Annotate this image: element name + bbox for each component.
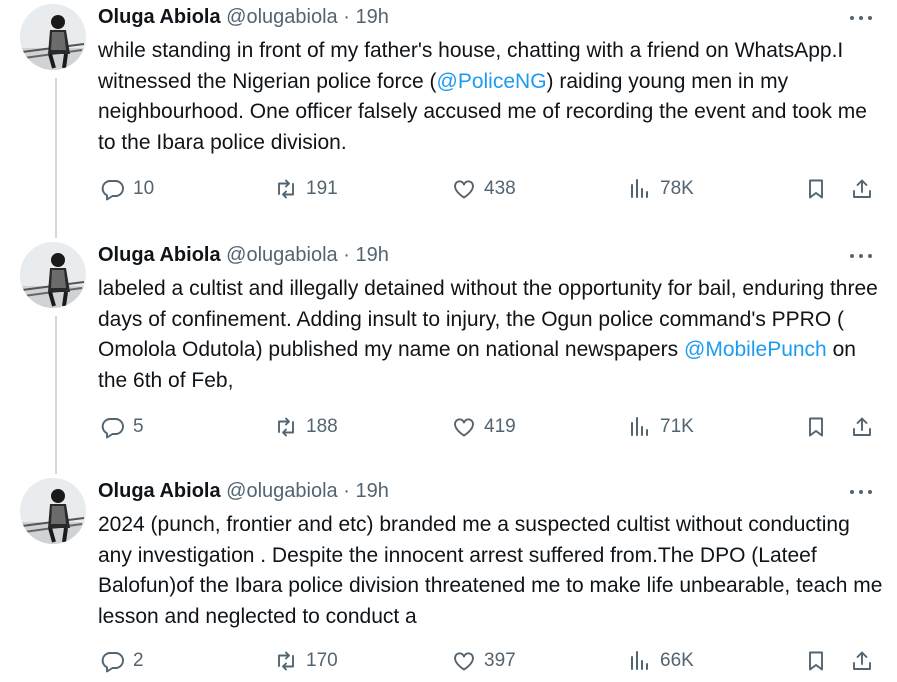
views-count: 78K — [660, 178, 694, 199]
reply-button[interactable]: 2 — [101, 649, 144, 673]
views-icon — [631, 417, 648, 436]
share-icon — [853, 651, 871, 670]
reply-button[interactable]: 10 — [101, 177, 154, 201]
reply-icon — [101, 418, 124, 439]
tweet-header: Oluga Abiola @olugabiola · 19h — [98, 4, 389, 30]
bookmark-button[interactable] — [804, 415, 828, 439]
views-button[interactable]: 66K — [628, 649, 694, 673]
user-handle[interactable]: @olugabiola — [226, 480, 338, 502]
avatar-photo — [20, 478, 86, 544]
reply-icon — [101, 180, 124, 201]
tweet[interactable]: Oluga Abiola @olugabiola · 19h labeled a… — [0, 238, 897, 474]
more-icon[interactable] — [846, 482, 876, 502]
more-icon[interactable] — [846, 8, 876, 28]
repost-icon — [278, 417, 294, 437]
timestamp[interactable]: 19h — [355, 244, 388, 266]
like-button[interactable]: 397 — [452, 649, 516, 673]
repost-count: 170 — [306, 650, 338, 671]
repost-count: 188 — [306, 416, 338, 437]
tweet[interactable]: Oluga Abiola @olugabiola · 19h while sta… — [0, 0, 897, 236]
bookmark-icon — [809, 179, 823, 199]
avatar-photo — [20, 242, 86, 308]
more-icon[interactable] — [846, 246, 876, 266]
like-count: 397 — [484, 650, 516, 671]
bookmark-icon — [809, 651, 823, 671]
share-icon — [853, 417, 871, 436]
heart-icon — [454, 180, 474, 199]
views-icon — [631, 179, 648, 198]
separator: · — [343, 244, 350, 266]
tweet-header: Oluga Abiola @olugabiola · 19h — [98, 242, 389, 268]
views-button[interactable]: 71K — [628, 415, 694, 439]
timestamp[interactable]: 19h — [355, 6, 388, 28]
like-count: 419 — [484, 416, 516, 437]
mention-link[interactable]: @PoliceNG — [437, 70, 547, 93]
separator: · — [343, 480, 350, 502]
repost-button[interactable]: 188 — [274, 415, 338, 439]
repost-count: 191 — [306, 178, 338, 199]
avatar[interactable] — [20, 478, 86, 544]
views-count: 66K — [660, 650, 694, 671]
views-count: 71K — [660, 416, 694, 437]
timestamp[interactable]: 19h — [355, 480, 388, 502]
heart-icon — [454, 418, 474, 437]
share-button[interactable] — [850, 649, 874, 673]
repost-button[interactable]: 191 — [274, 177, 338, 201]
views-icon — [631, 651, 648, 670]
repost-icon — [278, 179, 294, 199]
like-count: 438 — [484, 178, 516, 199]
user-handle[interactable]: @olugabiola — [226, 6, 338, 28]
tweet-text: labeled a cultist and illegally detained… — [98, 274, 883, 396]
reply-count: 2 — [133, 650, 144, 671]
like-button[interactable]: 419 — [452, 415, 516, 439]
like-button[interactable]: 438 — [452, 177, 516, 201]
display-name[interactable]: Oluga Abiola — [98, 480, 221, 502]
reply-button[interactable]: 5 — [101, 415, 144, 439]
display-name[interactable]: Oluga Abiola — [98, 6, 221, 28]
separator: · — [343, 6, 350, 28]
views-button[interactable]: 78K — [628, 177, 694, 201]
share-icon — [853, 179, 871, 198]
tweet-text: while standing in front of my father's h… — [98, 36, 883, 158]
reply-count: 5 — [133, 416, 144, 437]
reply-count: 10 — [133, 178, 155, 199]
display-name[interactable]: Oluga Abiola — [98, 244, 221, 266]
share-button[interactable] — [850, 177, 874, 201]
avatar[interactable] — [20, 4, 86, 70]
tweet[interactable]: Oluga Abiola @olugabiola · 19h 2024 (pun… — [0, 474, 897, 682]
heart-icon — [454, 652, 474, 671]
bookmark-icon — [809, 417, 823, 437]
repost-icon — [278, 651, 294, 671]
repost-button[interactable]: 170 — [274, 649, 338, 673]
reply-icon — [101, 652, 124, 673]
tweet-text-part: 2024 (punch, frontier and etc) branded m… — [98, 513, 883, 628]
avatar[interactable] — [20, 242, 86, 308]
mention-link[interactable]: @MobilePunch — [684, 338, 827, 361]
bookmark-button[interactable] — [804, 177, 828, 201]
share-button[interactable] — [850, 415, 874, 439]
avatar-photo — [20, 4, 86, 70]
tweet-header: Oluga Abiola @olugabiola · 19h — [98, 478, 389, 504]
bookmark-button[interactable] — [804, 649, 828, 673]
user-handle[interactable]: @olugabiola — [226, 244, 338, 266]
tweet-text: 2024 (punch, frontier and etc) branded m… — [98, 510, 883, 632]
